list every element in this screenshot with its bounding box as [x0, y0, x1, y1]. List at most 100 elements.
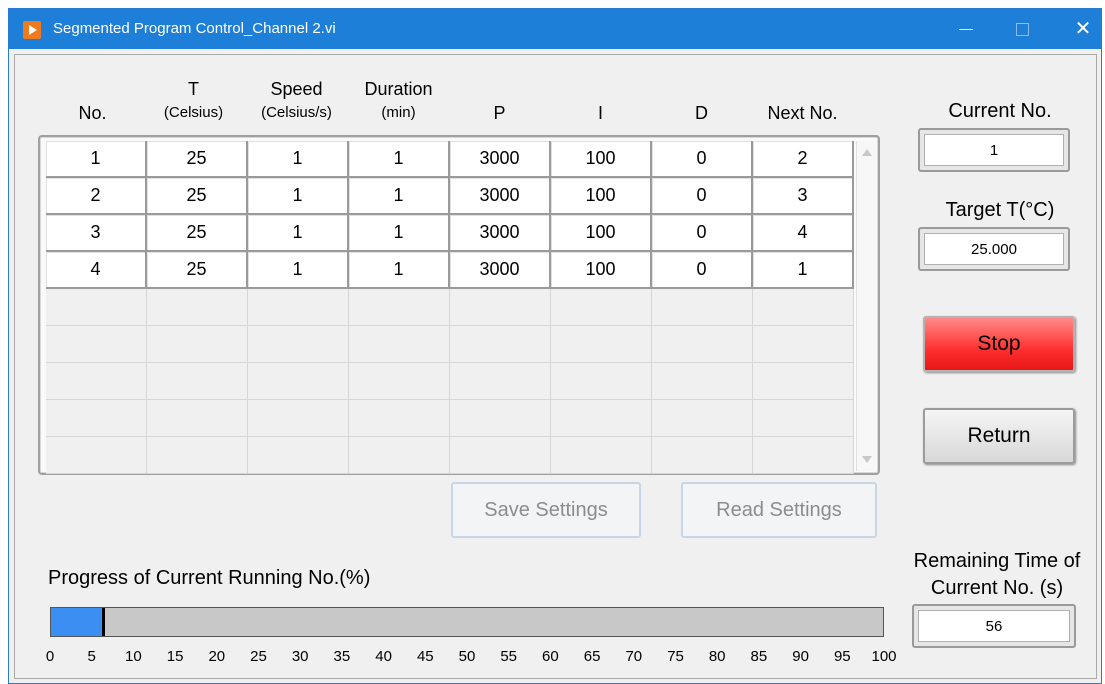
table-cell[interactable]: 3000: [450, 178, 551, 215]
table-cell-empty[interactable]: [551, 437, 652, 474]
table-cell[interactable]: 100: [551, 178, 652, 215]
table-cell-empty[interactable]: [248, 437, 349, 474]
table-cell-empty[interactable]: [652, 289, 753, 326]
table-cell-empty[interactable]: [551, 326, 652, 363]
table-cell-empty[interactable]: [450, 437, 551, 474]
column-header-title: Duration: [364, 79, 433, 99]
table-cell[interactable]: 0: [652, 215, 753, 252]
table-cell-empty[interactable]: [46, 400, 147, 437]
table-cell-empty[interactable]: [147, 437, 248, 474]
table-cell-empty[interactable]: [46, 289, 147, 326]
table-cell-empty[interactable]: [349, 437, 450, 474]
table-cell-empty[interactable]: [147, 289, 248, 326]
table-cell[interactable]: 3000: [450, 141, 551, 178]
return-button[interactable]: Return: [923, 408, 1075, 464]
table-cell[interactable]: 1: [349, 215, 450, 252]
table-cell[interactable]: 4: [46, 252, 147, 289]
table-row-empty[interactable]: [46, 289, 854, 326]
table-cell-empty[interactable]: [551, 400, 652, 437]
title-bar[interactable]: Segmented Program Control_Channel 2.vi ✕: [9, 9, 1101, 49]
table-cell-empty[interactable]: [450, 289, 551, 326]
table-cell[interactable]: 1: [248, 178, 349, 215]
table-cell[interactable]: 0: [652, 178, 753, 215]
table-cell-empty[interactable]: [248, 326, 349, 363]
minimize-icon[interactable]: [953, 17, 979, 41]
table-cell-empty[interactable]: [349, 289, 450, 326]
progress-tick-label: 95: [833, 648, 851, 665]
progress-tick-label: 25: [250, 648, 267, 665]
table-cell[interactable]: 3: [46, 215, 147, 252]
table-row[interactable]: 4 25 1 1 3000 100 0 1: [46, 252, 854, 289]
table-scrollbar[interactable]: [856, 141, 876, 471]
table-cell-empty[interactable]: [46, 437, 147, 474]
table-cell[interactable]: 25: [147, 178, 248, 215]
table-cell-empty[interactable]: [46, 326, 147, 363]
table-cell-empty[interactable]: [147, 400, 248, 437]
table-cell[interactable]: 1: [753, 252, 854, 289]
table-cell[interactable]: 1: [349, 178, 450, 215]
table-cell[interactable]: 0: [652, 252, 753, 289]
table-cell-empty[interactable]: [248, 363, 349, 400]
table-cell-empty[interactable]: [147, 363, 248, 400]
read-settings-button[interactable]: Read Settings: [681, 482, 877, 538]
table-cell[interactable]: 1: [248, 141, 349, 178]
segment-table[interactable]: 1 25 1 1 3000 100 0 2 2 25 1 1 3000 100 0 3 3 25 1 1 3000 100…: [38, 135, 880, 475]
table-cell[interactable]: 1: [46, 141, 147, 178]
table-row-empty[interactable]: [46, 363, 854, 400]
table-cell[interactable]: 100: [551, 141, 652, 178]
table-cell-empty[interactable]: [349, 363, 450, 400]
table-cell-empty[interactable]: [147, 326, 248, 363]
table-cell-empty[interactable]: [753, 289, 854, 326]
progress-tick-label: 85: [750, 648, 768, 665]
table-cell[interactable]: 4: [753, 215, 854, 252]
table-cell-empty[interactable]: [248, 289, 349, 326]
table-cell[interactable]: 2: [753, 141, 854, 178]
table-cell[interactable]: 3: [753, 178, 854, 215]
table-row[interactable]: 2 25 1 1 3000 100 0 3: [46, 178, 854, 215]
scroll-up-arrow-icon[interactable]: [862, 149, 872, 156]
column-header: T (Celsius): [143, 77, 244, 125]
stop-button[interactable]: Stop: [923, 316, 1075, 372]
table-cell-empty[interactable]: [652, 400, 753, 437]
table-cell[interactable]: 100: [551, 252, 652, 289]
table-cell[interactable]: 3000: [450, 215, 551, 252]
table-cell-empty[interactable]: [753, 363, 854, 400]
table-cell[interactable]: 25: [147, 215, 248, 252]
table-cell-empty[interactable]: [753, 400, 854, 437]
table-cell[interactable]: 25: [147, 252, 248, 289]
table-cell[interactable]: 3000: [450, 252, 551, 289]
table-cell[interactable]: 1: [349, 252, 450, 289]
save-settings-button[interactable]: Save Settings: [451, 482, 641, 538]
table-cell[interactable]: 100: [551, 215, 652, 252]
table-cell-empty[interactable]: [248, 400, 349, 437]
table-cell-empty[interactable]: [450, 363, 551, 400]
column-header: Speed (Celsius/s): [246, 77, 347, 125]
table-cell-empty[interactable]: [652, 326, 753, 363]
table-row[interactable]: 3 25 1 1 3000 100 0 4: [46, 215, 854, 252]
close-icon[interactable]: ✕: [1070, 17, 1096, 41]
target-t-value: 25.000: [924, 233, 1064, 265]
table-row-empty[interactable]: [46, 437, 854, 474]
table-cell[interactable]: 25: [147, 141, 248, 178]
table-cell[interactable]: 2: [46, 178, 147, 215]
table-row-empty[interactable]: [46, 326, 854, 363]
table-cell-empty[interactable]: [450, 400, 551, 437]
table-row[interactable]: 1 25 1 1 3000 100 0 2: [46, 141, 854, 178]
table-cell-empty[interactable]: [753, 437, 854, 474]
table-cell-empty[interactable]: [652, 437, 753, 474]
table-cell-empty[interactable]: [349, 400, 450, 437]
table-cell-empty[interactable]: [753, 326, 854, 363]
maximize-icon[interactable]: [1009, 17, 1035, 41]
table-cell-empty[interactable]: [652, 363, 753, 400]
table-cell-empty[interactable]: [450, 326, 551, 363]
table-cell-empty[interactable]: [551, 363, 652, 400]
table-cell[interactable]: 1: [349, 141, 450, 178]
table-cell-empty[interactable]: [349, 326, 450, 363]
table-cell[interactable]: 1: [248, 215, 349, 252]
table-cell-empty[interactable]: [551, 289, 652, 326]
table-cell[interactable]: 1: [248, 252, 349, 289]
table-cell[interactable]: 0: [652, 141, 753, 178]
table-row-empty[interactable]: [46, 400, 854, 437]
table-cell-empty[interactable]: [46, 363, 147, 400]
scroll-down-arrow-icon[interactable]: [862, 456, 872, 463]
